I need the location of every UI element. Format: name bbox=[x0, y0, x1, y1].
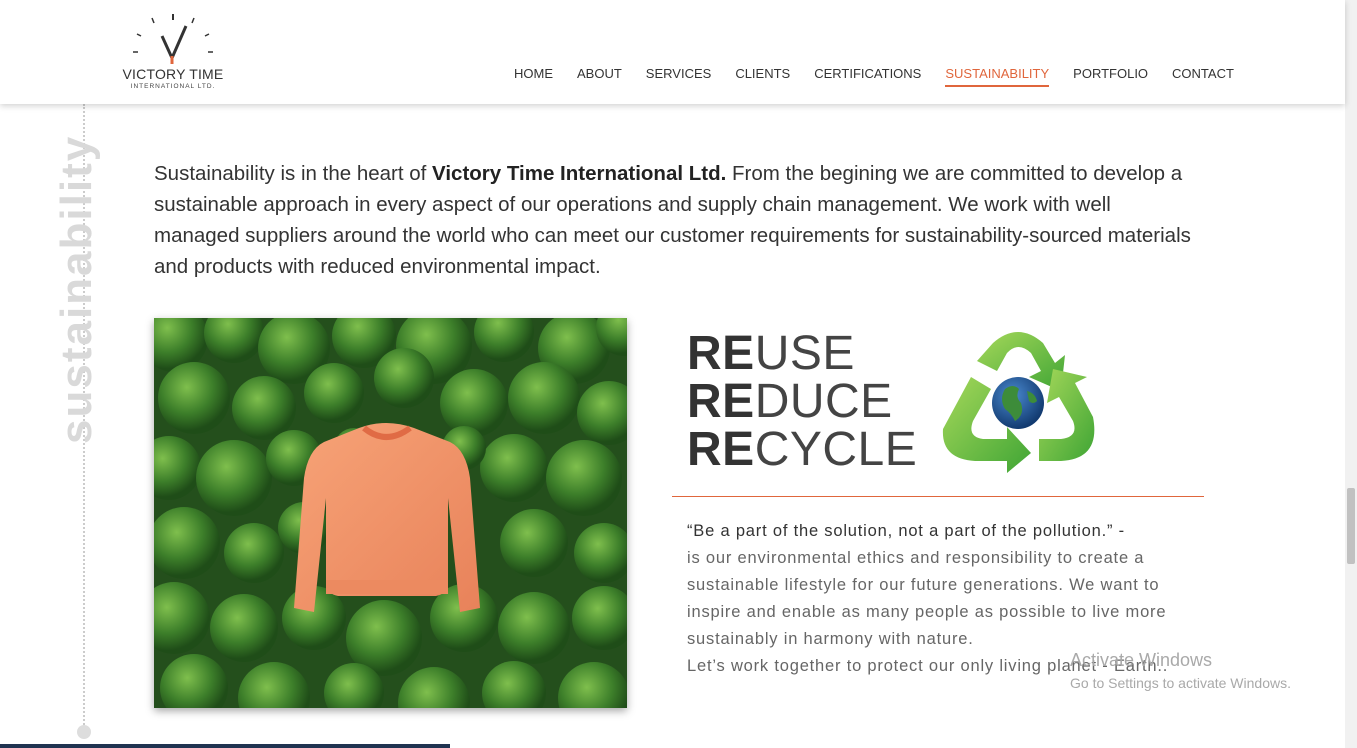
rrr-line-reuse: REUSE bbox=[687, 330, 917, 378]
recycle-globe-icon bbox=[935, 325, 1101, 475]
scrollbar-thumb[interactable] bbox=[1347, 488, 1355, 564]
nav-clients[interactable]: CLIENTS bbox=[735, 66, 790, 87]
rrr-rest: USE bbox=[754, 327, 855, 380]
sweater-forest-photo bbox=[154, 318, 627, 708]
nav-services[interactable]: SERVICES bbox=[646, 66, 712, 87]
rrr-line-recycle: RECYCLE bbox=[687, 426, 917, 474]
nav-about[interactable]: ABOUT bbox=[577, 66, 622, 87]
side-section-label: sustainability bbox=[52, 134, 101, 444]
logo[interactable]: VICTORY TIME INTERNATIONAL LTD. bbox=[116, 12, 230, 92]
logo-title: VICTORY TIME bbox=[122, 66, 224, 82]
reuse-reduce-recycle-heading: REUSE REDUCE RECYCLE bbox=[687, 330, 917, 474]
page-scrollbar[interactable] bbox=[1345, 0, 1357, 748]
intro-before: Sustainability is in the heart of bbox=[154, 162, 433, 185]
main-nav: HOME ABOUT SERVICES CLIENTS CERTIFICATIO… bbox=[514, 66, 1258, 87]
clock-logo-icon bbox=[133, 14, 213, 64]
intro-paragraph: Sustainability is in the heart of Victor… bbox=[154, 158, 1194, 282]
section-divider bbox=[672, 496, 1204, 497]
rrr-line-reduce: REDUCE bbox=[687, 378, 917, 426]
nav-contact[interactable]: CONTACT bbox=[1172, 66, 1234, 87]
intro-company: Victory Time International Ltd. bbox=[432, 162, 727, 185]
quote-body: is our environmental ethics and responsi… bbox=[687, 549, 1167, 648]
activate-windows-subtitle: Go to Settings to activate Windows. bbox=[1070, 675, 1291, 691]
site-header: VICTORY TIME INTERNATIONAL LTD. HOME ABO… bbox=[0, 0, 1345, 104]
side-dot bbox=[77, 725, 91, 739]
nav-certifications[interactable]: CERTIFICATIONS bbox=[814, 66, 921, 87]
rrr-prefix: RE bbox=[687, 423, 755, 476]
rrr-rest: CYCLE bbox=[754, 423, 918, 476]
nav-portfolio[interactable]: PORTFOLIO bbox=[1073, 66, 1148, 87]
nav-home[interactable]: HOME bbox=[514, 66, 553, 87]
quote-headline: “Be a part of the solution, not a part o… bbox=[687, 522, 1125, 540]
bottom-bar bbox=[0, 744, 450, 748]
nav-sustainability[interactable]: SUSTAINABILITY bbox=[945, 66, 1050, 87]
logo-subtitle: INTERNATIONAL LTD. bbox=[130, 83, 216, 90]
rrr-prefix: RE bbox=[687, 327, 755, 380]
rrr-rest: DUCE bbox=[754, 375, 893, 428]
activate-windows-title: Activate Windows bbox=[1070, 650, 1213, 670]
rrr-prefix: RE bbox=[687, 375, 755, 428]
